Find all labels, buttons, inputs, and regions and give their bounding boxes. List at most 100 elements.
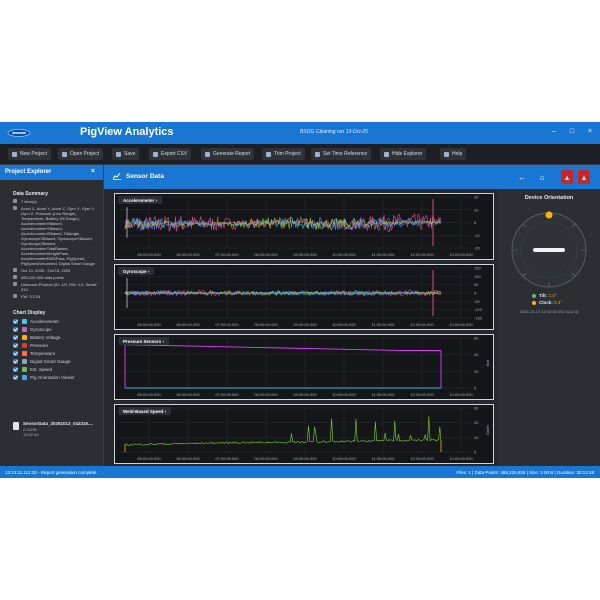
chart-display-item[interactable]: Gyroscope (13, 326, 99, 333)
save-button[interactable]: Save (112, 148, 140, 160)
folder-open-icon (62, 151, 67, 157)
y-tick-label: 0 (474, 291, 477, 296)
pdf-export-icon[interactable]: ▴ (561, 170, 573, 184)
app-title: PigView Analytics (80, 126, 174, 138)
chart-display-item[interactable]: Pressure (13, 342, 99, 349)
chart-display-label: Accelerometer (30, 319, 60, 324)
x-tick-label: 07:00:00.000 (215, 392, 239, 397)
file-time: 10:52:44 (23, 432, 39, 437)
x-tick-label: 12:00:00.000 (410, 456, 434, 461)
open-project-label: Open Project (70, 151, 100, 157)
y-tick-label: -50 (474, 299, 481, 304)
checkbox[interactable] (13, 327, 18, 332)
chart-display-label: Est. Speed (30, 367, 53, 372)
export-csv-button[interactable]: Export CSV (149, 148, 192, 160)
new-project-button[interactable]: New Project (8, 148, 51, 160)
new-project-label: New Project (20, 151, 47, 157)
set-time-reference-label: Set Time Reference (323, 151, 368, 157)
device-orientation-panel: Device Orientation Tilt: 2.4° Clock: 0.4… (498, 189, 600, 466)
chart-icon (113, 173, 121, 180)
generate-report-button[interactable]: Generate Report (201, 148, 255, 160)
x-tick-label: 10:00:00.000 (332, 392, 356, 397)
open-project-button[interactable]: Open Project (58, 148, 104, 160)
chart-display-label: Temperature (30, 351, 56, 356)
minimize-icon[interactable]: – (550, 128, 558, 136)
y-tick-label: -20 (474, 246, 481, 251)
checkbox[interactable] (13, 359, 18, 364)
checkbox[interactable] (13, 319, 18, 324)
maximize-icon[interactable]: □ (568, 128, 576, 136)
checkbox[interactable] (13, 375, 18, 380)
close-explorer-icon[interactable]: × (91, 168, 95, 175)
y-tick-label: 30 (474, 406, 479, 411)
gyroscope-panel-label: Gyroscope › (118, 267, 155, 275)
app-logo-icon (7, 129, 31, 137)
chart-display-item[interactable]: Est. Speed (13, 366, 99, 373)
explorer-header: Project Explorer × (0, 165, 103, 180)
list-icon (13, 199, 17, 203)
thermometer-icon (22, 351, 27, 356)
y-tick-label: -100 (474, 307, 483, 312)
x-tick-label: 06:00:00.000 (176, 252, 200, 257)
y-tick-label: -10 (474, 233, 481, 238)
record-icon[interactable]: ▴ (578, 170, 590, 184)
app-window: PigView Analytics BSOG Cleaning run 13-O… (0, 122, 600, 478)
speed-icon (22, 367, 27, 372)
window-controls: – □ × (550, 128, 594, 136)
checkbox[interactable] (13, 343, 18, 348)
pressure-chart[interactable]: 60 40 20 0 05:00:00.000 06:00:00.000 07:00:00.… (115, 335, 493, 399)
chart-display-item[interactable]: Digital Smart Gauge (13, 358, 99, 365)
device-orientation-title: Device Orientation (524, 195, 574, 201)
accelerometer-panel[interactable]: 20 10 0 -10 -20 05:00:00.000 06:00:00.000 07:00… (114, 193, 494, 260)
chart-display-item[interactable]: Battery Voltage (13, 334, 99, 341)
x-tick-label: 13:00:00.000 (449, 456, 473, 461)
status-message: 13:13:11.112:30 - Report generation comp… (5, 470, 97, 475)
data-summary-title: Data Summary (13, 191, 49, 197)
report-icon (205, 151, 210, 157)
accelerometer-chart[interactable]: 20 10 0 -10 -20 05:00:00.000 06:00:00.000 07:00… (115, 194, 493, 259)
y-tick-label: 20 (474, 369, 479, 374)
chart-display-item[interactable]: Accelerometer (13, 318, 99, 325)
close-icon[interactable]: × (586, 128, 594, 136)
set-time-reference-button[interactable]: Set Time Reference (311, 148, 372, 160)
x-tick-label: 05:00:00.000 (137, 252, 161, 257)
loaded-file[interactable]: SensorData_20251013_042316.... 2.02GB 10… (13, 419, 99, 441)
scissors-icon (266, 151, 271, 157)
file-plus-icon (12, 151, 17, 157)
gyroscope-chart[interactable]: 150 100 50 0 -50 -100 -150 05:00:00.000 06:00:00… (115, 265, 493, 329)
chart-display-label: Pig Orientation Viewer (30, 375, 75, 380)
chart-display-item[interactable]: Pig Orientation Viewer (13, 374, 99, 381)
accelerometer-panel-label: Accelerometer › (118, 196, 163, 204)
home-icon[interactable]: ⌂ (536, 170, 548, 184)
calendar-icon (13, 268, 17, 272)
x-tick-label: 09:00:00.000 (293, 252, 317, 257)
checkbox[interactable] (13, 335, 18, 340)
gyroscope-panel[interactable]: 150 100 50 0 -50 -100 -150 05:00:00.000 06:00:00… (114, 264, 494, 330)
help-button[interactable]: Help (440, 148, 467, 160)
status-details: Files: 1 | Data Points: 485,225,929 | Si… (456, 470, 594, 475)
x-tick-label: 05:00:00.000 (137, 322, 161, 327)
speed-panel[interactable]: 30 20 10 0 05:00:00.000 06:00:00.000 07:00:00.… (114, 404, 494, 464)
back-arrow-icon[interactable]: ← (516, 170, 528, 184)
orientation-dial (511, 211, 587, 288)
y-tick-label: 10 (474, 435, 479, 440)
checkbox[interactable] (13, 351, 18, 356)
x-tick-label: 07:00:00.000 (215, 456, 239, 461)
x-tick-label: 08:00:00.000 (254, 392, 278, 397)
x-tick-label: 11:00:00.000 (371, 392, 395, 397)
sidebar-icon (384, 151, 389, 157)
pressure-panel[interactable]: 60 40 20 0 05:00:00.000 06:00:00.000 07:00:00.… (114, 334, 494, 400)
sensor-data-area: Sensor Data ← ⌂ ▴ ▴ 20 10 0 -10 -20 05:00:00.… (104, 165, 600, 466)
x-tick-label: 07:00:00.000 (215, 322, 239, 327)
orientation-icon (22, 375, 27, 380)
chart-display-item[interactable]: Temperature (13, 350, 99, 357)
x-tick-label: 10:00:00.000 (332, 252, 356, 257)
chart-display-title: Chart Display (13, 310, 46, 316)
x-tick-label: 06:00:00.000 (176, 392, 200, 397)
trim-project-button[interactable]: Trim Project (262, 148, 305, 160)
hide-explorer-button[interactable]: Hide Explorer (380, 148, 427, 160)
trim-project-label: Trim Project (274, 151, 301, 157)
y-tick-label: 0 (474, 450, 477, 455)
checkbox[interactable] (13, 367, 18, 372)
speed-chart[interactable]: 30 20 10 0 05:00:00.000 06:00:00.000 07:00:00.… (115, 405, 493, 463)
